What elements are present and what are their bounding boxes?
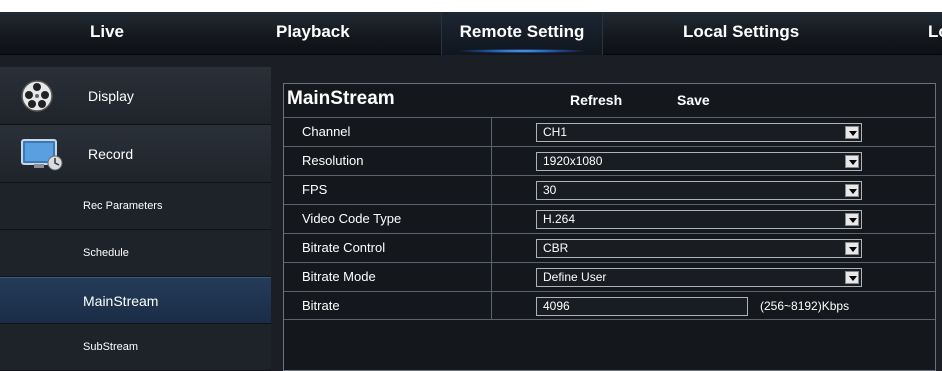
nav-live[interactable]: Live [90,12,124,55]
sidebar-item-display[interactable]: Display [0,67,271,125]
row-fps: FPS 30 [284,175,935,204]
dropdown-arrow-icon [845,126,859,139]
column-divider [491,205,492,233]
active-tab-glow [460,49,584,53]
bitrate-control-value: CBR [543,241,569,255]
sidebar-item-schedule-label: Schedule [83,247,129,259]
channel-label: Channel [302,124,351,139]
video-code-type-label: Video Code Type [302,211,402,226]
bitrate-input[interactable]: 4096 [536,297,748,316]
sidebar-item-substream[interactable]: SubStream [0,324,271,371]
fps-select[interactable]: 30 [536,181,862,200]
panel-header: MainStream Refresh Save [284,84,935,117]
frame-top [0,55,942,67]
dropdown-arrow-icon [845,242,859,255]
record-monitor-icon [20,137,66,171]
video-code-type-value: H.264 [543,212,576,226]
sidebar-item-display-label: Display [88,88,134,104]
save-button[interactable]: Save [677,92,710,108]
bitrate-mode-label: Bitrate Mode [302,269,376,284]
channel-value: CH1 [543,125,568,139]
column-divider [491,118,492,146]
nav-remote-setting[interactable]: Remote Setting [441,12,603,55]
row-bitrate-control: Bitrate Control CBR [284,233,935,262]
row-bitrate-mode: Bitrate Mode Define User [284,262,935,291]
column-divider [491,263,492,291]
panel-title: MainStream [287,88,395,109]
nav-playback[interactable]: Playback [276,12,350,55]
column-divider [491,176,492,204]
sidebar-item-mainstream[interactable]: MainStream [0,277,271,324]
dropdown-arrow-icon [845,271,859,284]
sidebar-item-schedule[interactable]: Schedule [0,230,271,277]
resolution-select[interactable]: 1920x1080 [536,152,862,171]
dropdown-arrow-icon [845,155,859,168]
bitrate-range-hint: (256~8192)Kbps [760,299,850,313]
dropdown-arrow-icon [845,184,859,197]
sidebar-item-record-label: Record [88,146,134,162]
fps-value: 30 [543,183,557,197]
bitrate-control-select[interactable]: CBR [536,239,862,258]
sidebar-item-substream-label: SubStream [83,341,139,353]
row-channel: Channel CH1 [284,117,935,146]
nav-log-partial[interactable]: Lo [928,12,942,55]
column-divider [491,234,492,262]
display-icon [20,79,66,113]
sidebar-item-mainstream-label: MainStream [83,293,159,309]
refresh-button[interactable]: Refresh [570,92,622,108]
bitrate-control-label: Bitrate Control [302,240,386,255]
row-video-code-type: Video Code Type H.264 [284,204,935,233]
column-divider [491,147,492,175]
fps-label: FPS [302,182,328,197]
row-resolution: Resolution 1920x1080 [284,146,935,175]
bitrate-label: Bitrate [302,298,340,313]
content-area: MainStream Refresh Save Channel CH1 Reso… [271,67,942,371]
video-code-type-select[interactable]: H.264 [536,210,862,229]
nav-local-settings[interactable]: Local Settings [683,12,799,55]
dropdown-arrow-icon [845,213,859,226]
bitrate-mode-value: Define User [543,270,607,284]
mainstream-panel: MainStream Refresh Save Channel CH1 Reso… [283,83,936,371]
bitrate-mode-select[interactable]: Define User [536,268,862,287]
top-nav: Live Playback Remote Setting Local Setti… [0,12,942,55]
row-bitrate: Bitrate 4096 (256~8192)Kbps [284,291,935,320]
sidebar: Display Record Rec Parameters Schedule M… [0,67,271,371]
resolution-value: 1920x1080 [543,154,603,168]
channel-select[interactable]: CH1 [536,123,862,142]
resolution-label: Resolution [302,153,364,168]
nav-remote-setting-label: Remote Setting [459,22,585,41]
column-divider [491,292,492,320]
top-strip [0,0,942,12]
sidebar-item-rec-parameters[interactable]: Rec Parameters [0,183,271,230]
sidebar-item-rec-parameters-label: Rec Parameters [83,200,163,212]
sidebar-item-record[interactable]: Record [0,125,271,183]
